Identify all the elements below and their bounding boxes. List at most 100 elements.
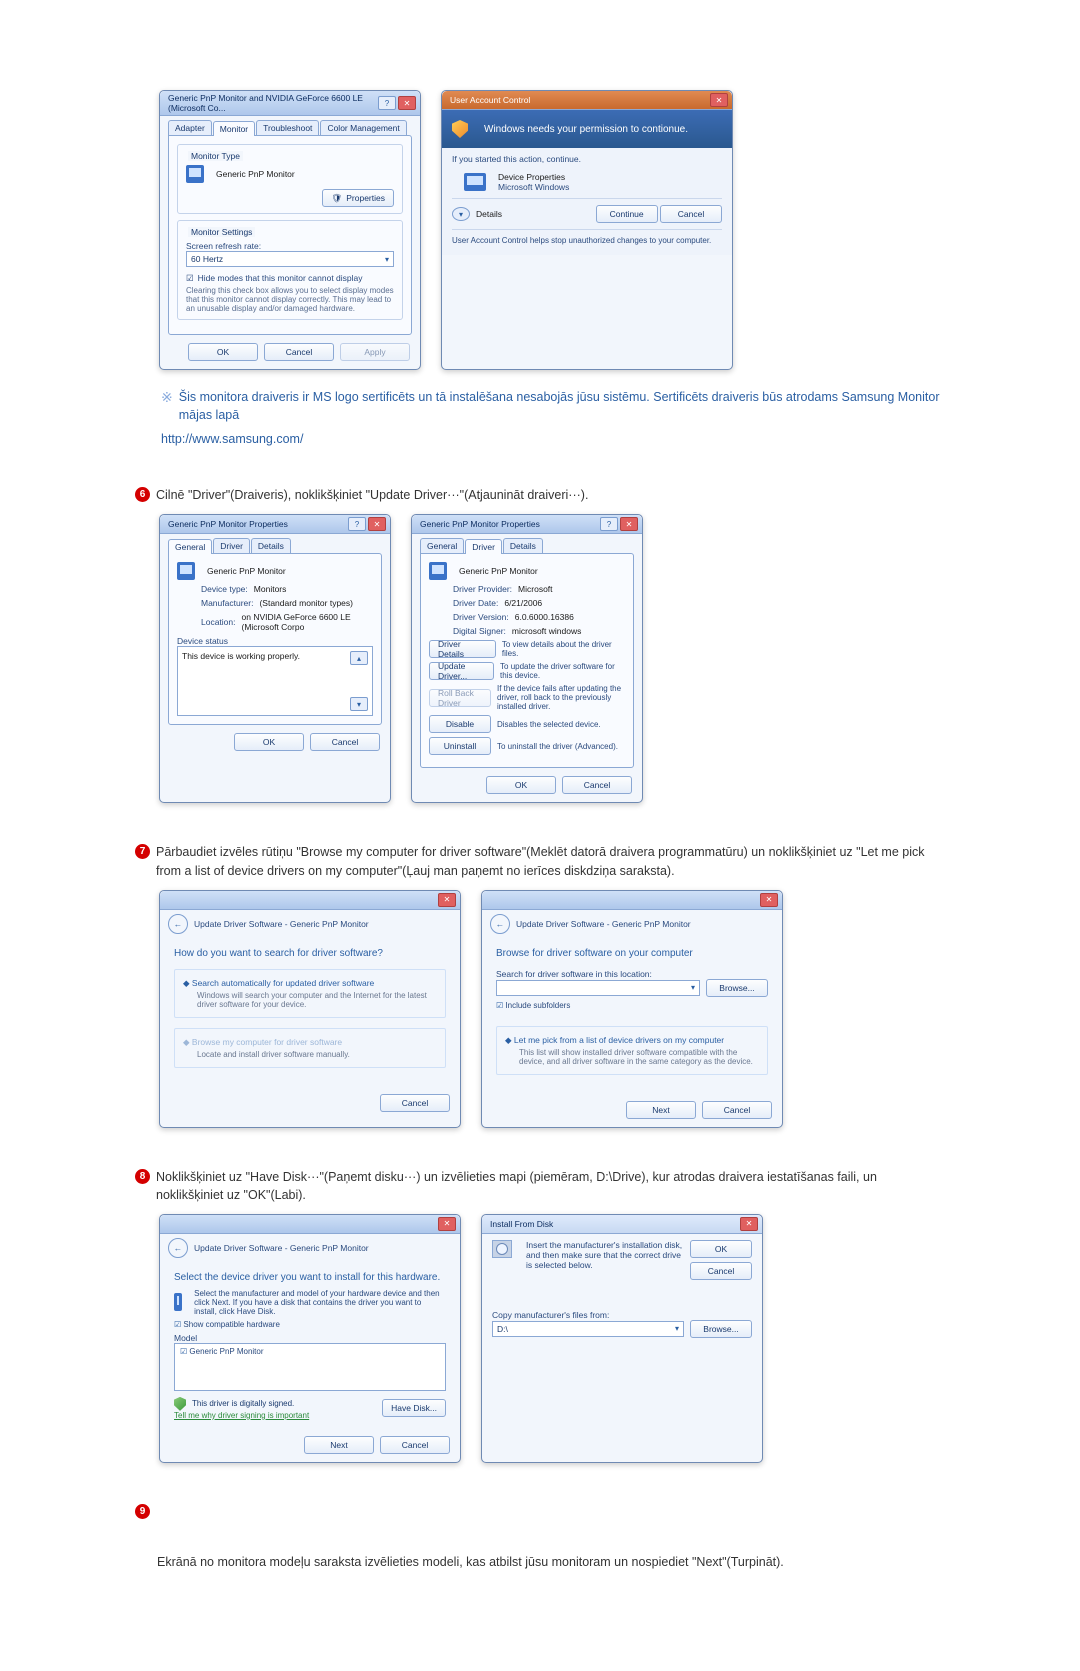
tab-color-management[interactable]: Color Management xyxy=(320,120,406,135)
update-driver-button[interactable]: Update Driver... xyxy=(429,662,494,680)
wizard-heading: Browse for driver software on your compu… xyxy=(496,948,768,959)
next-button[interactable]: Next xyxy=(304,1436,374,1454)
window-title: Install From Disk xyxy=(490,1219,553,1229)
tab-troubleshoot[interactable]: Troubleshoot xyxy=(256,120,319,135)
close-icon[interactable]: ✕ xyxy=(438,1217,456,1231)
help-icon[interactable]: ? xyxy=(600,517,618,531)
show-compatible-checkbox[interactable]: Show compatible hardware xyxy=(174,1320,446,1329)
signed-text: This driver is digitally signed. xyxy=(192,1399,294,1408)
hide-modes-checkbox[interactable]: Hide modes that this monitor cannot disp… xyxy=(186,273,394,284)
cancel-button[interactable]: Cancel xyxy=(310,733,380,751)
close-icon[interactable]: ✕ xyxy=(368,517,386,531)
step-9-body: Ekrānā no monitora modeļu saraksta izvēl… xyxy=(157,1553,945,1571)
samsung-link[interactable]: http://www.samsung.com/ xyxy=(161,432,945,446)
uac-hero: Windows needs your permission to contion… xyxy=(442,110,732,148)
group-monitor-settings: Monitor Settings xyxy=(188,227,255,237)
uac-dialog: User Account Control ✕ Windows needs you… xyxy=(441,90,733,370)
ok-button[interactable]: OK xyxy=(690,1240,752,1258)
option-search-auto-sub: Windows will search your computer and th… xyxy=(197,991,437,1009)
provider: Microsoft xyxy=(518,584,552,594)
monitor-type-value: Generic PnP Monitor xyxy=(216,169,295,179)
help-icon[interactable]: ? xyxy=(348,517,366,531)
close-icon[interactable]: ✕ xyxy=(398,96,416,110)
cancel-button[interactable]: Cancel xyxy=(380,1094,450,1112)
cancel-button[interactable]: Cancel xyxy=(264,343,334,361)
apply-button: Apply xyxy=(340,343,410,361)
update-wizard-select-dialog: ✕ ← Update Driver Software - Generic PnP… xyxy=(159,1214,461,1463)
tab-general[interactable]: General xyxy=(420,538,464,553)
hide-modes-help: Clearing this check box allows you to se… xyxy=(186,286,394,313)
model-list[interactable]: Generic PnP Monitor xyxy=(174,1343,446,1391)
uac-if-started: If you started this action, continue. xyxy=(452,154,722,164)
close-icon[interactable]: ✕ xyxy=(438,893,456,907)
device-status: This device is working properly. xyxy=(182,651,300,711)
have-disk-button[interactable]: Have Disk... xyxy=(382,1399,446,1417)
monitor-icon xyxy=(177,562,195,580)
wizard-heading: Select the device driver you want to ins… xyxy=(174,1272,446,1283)
properties-button[interactable]: 🛡Properties xyxy=(322,189,394,207)
monitor-icon xyxy=(186,165,204,183)
ok-button[interactable]: OK xyxy=(234,733,304,751)
chevron-down-icon[interactable]: ▾ xyxy=(452,207,470,221)
cancel-button[interactable]: Cancel xyxy=(702,1101,772,1119)
option-let-me-pick[interactable]: ◆ Let me pick from a list of device driv… xyxy=(496,1026,768,1075)
step-7-text: Pārbaudiet izvēles rūtiņu "Browse my com… xyxy=(156,843,945,879)
back-icon[interactable]: ← xyxy=(168,914,188,934)
tab-monitor[interactable]: Monitor xyxy=(213,121,255,136)
tab-adapter[interactable]: Adapter xyxy=(168,120,212,135)
cancel-button[interactable]: Cancel xyxy=(690,1262,752,1280)
signing-help-link[interactable]: Tell me why driver signing is important xyxy=(174,1411,309,1420)
group-monitor-type: Monitor Type xyxy=(188,151,243,161)
cancel-button[interactable]: Cancel xyxy=(562,776,632,794)
properties-general-dialog: Generic PnP Monitor Properties?✕ General… xyxy=(159,514,391,803)
model-header: Model xyxy=(174,1333,446,1343)
ok-button[interactable]: OK xyxy=(486,776,556,794)
path-select[interactable]: D:\ xyxy=(492,1321,684,1337)
option-browse-computer[interactable]: ◆ Browse my computer for driver software… xyxy=(174,1028,446,1068)
tab-driver[interactable]: Driver xyxy=(465,539,502,554)
option-search-auto[interactable]: ◆ Search automatically for updated drive… xyxy=(174,969,446,1018)
tabstrip: Adapter Monitor Troubleshoot Color Manag… xyxy=(160,116,420,135)
cancel-button[interactable]: Cancel xyxy=(380,1436,450,1454)
location: on NVIDIA GeForce 6600 LE (Microsoft Cor… xyxy=(242,612,374,632)
device-name: Generic PnP Monitor xyxy=(459,566,538,576)
model-item[interactable]: Generic PnP Monitor xyxy=(180,1347,440,1356)
cancel-button[interactable]: Cancel xyxy=(660,205,722,223)
location-label: Location: xyxy=(201,617,236,627)
details-toggle[interactable]: Details xyxy=(476,209,502,219)
shield-icon xyxy=(174,1397,186,1411)
ok-button[interactable]: OK xyxy=(188,343,258,361)
include-subfolders-checkbox[interactable]: Include subfolders xyxy=(496,1001,768,1010)
close-icon[interactable]: ✕ xyxy=(760,893,778,907)
disable-text: Disables the selected device. xyxy=(497,720,601,729)
tab-driver[interactable]: Driver xyxy=(213,538,250,553)
refresh-rate-select[interactable]: 60 Hertz xyxy=(186,251,394,267)
scroll-down-icon[interactable]: ▾ xyxy=(350,697,368,711)
close-icon[interactable]: ✕ xyxy=(740,1217,758,1231)
next-button[interactable]: Next xyxy=(626,1101,696,1119)
titlebar: User Account Control ✕ xyxy=(442,91,732,110)
step-7-badge: 7 xyxy=(135,844,150,859)
close-icon[interactable]: ✕ xyxy=(620,517,638,531)
uninstall-button[interactable]: Uninstall xyxy=(429,737,491,755)
help-icon[interactable]: ? xyxy=(378,96,396,110)
close-icon[interactable]: ✕ xyxy=(710,93,728,107)
tab-details[interactable]: Details xyxy=(503,538,543,553)
back-icon[interactable]: ← xyxy=(490,914,510,934)
disable-button[interactable]: Disable xyxy=(429,715,491,733)
back-icon[interactable]: ← xyxy=(168,1238,188,1258)
monitor-icon xyxy=(429,562,447,580)
rollback-driver-text: If the device fails after updating the d… xyxy=(497,684,625,711)
location-select[interactable] xyxy=(496,980,700,996)
browse-button[interactable]: Browse... xyxy=(706,979,768,997)
tab-details[interactable]: Details xyxy=(251,538,291,553)
option-let-me-pick-sub: This list will show installed driver sof… xyxy=(519,1048,759,1066)
disk-icon xyxy=(492,1240,512,1258)
step-9-badge: 9 xyxy=(135,1504,150,1519)
browse-button[interactable]: Browse... xyxy=(690,1320,752,1338)
tab-general[interactable]: General xyxy=(168,539,212,554)
continue-button[interactable]: Continue xyxy=(596,205,658,223)
wizard-subtext: Select the manufacturer and model of you… xyxy=(194,1289,446,1316)
scroll-up-icon[interactable]: ▴ xyxy=(350,651,368,665)
driver-details-button[interactable]: Driver Details xyxy=(429,640,496,658)
